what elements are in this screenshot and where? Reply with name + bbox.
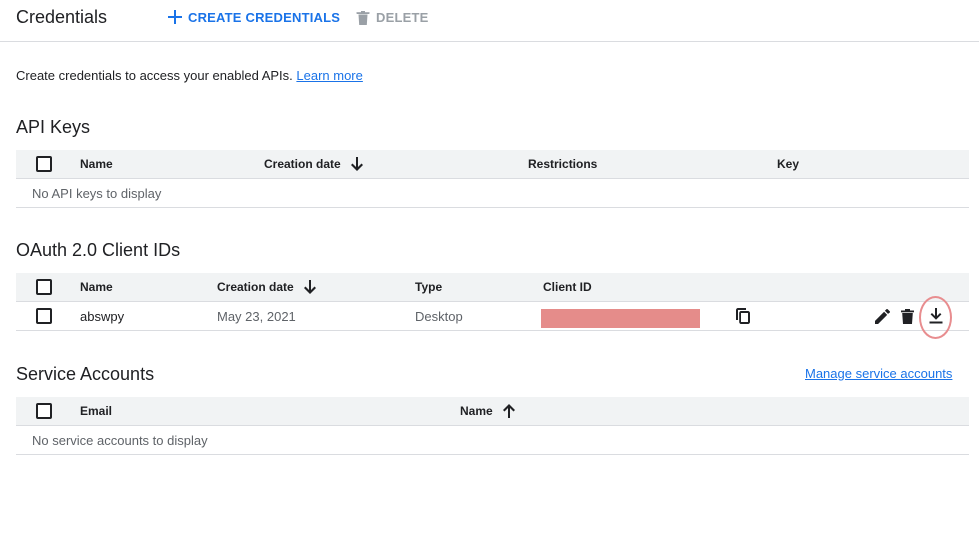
copy-icon[interactable] <box>734 307 752 325</box>
api-keys-title: API Keys <box>16 117 91 137</box>
delete-label: DELETE <box>376 9 429 25</box>
intro-text: Create credentials to access your enable… <box>16 68 363 84</box>
client-name[interactable]: abswpy <box>80 302 124 330</box>
download-icon[interactable] <box>927 307 945 325</box>
manage-service-accounts-link[interactable]: Manage service accounts <box>805 366 952 382</box>
service-accounts-table: Email Name No service accounts to displa… <box>16 397 969 455</box>
column-header-email[interactable]: Email <box>80 397 112 425</box>
edit-icon[interactable] <box>873 307 891 325</box>
trash-icon <box>355 9 371 25</box>
arrow-down-icon <box>302 279 318 295</box>
column-header-label: Creation date <box>217 280 294 294</box>
empty-message: No service accounts to display <box>32 432 208 448</box>
column-header-creation-date[interactable]: Creation date <box>264 150 365 178</box>
client-id-redacted <box>541 309 700 328</box>
table-row[interactable]: abswpy May 23, 2021 Desktop <box>16 296 969 339</box>
table-header: Email Name <box>16 397 969 426</box>
table-header: Name Creation date Type Client ID <box>16 273 969 302</box>
delete-button[interactable]: DELETE <box>355 7 428 27</box>
service-accounts-title: Service Accounts <box>16 364 155 384</box>
select-all-checkbox[interactable] <box>36 279 52 295</box>
create-credentials-button[interactable]: CREATE CREDENTIALS <box>167 7 340 27</box>
learn-more-link[interactable]: Learn more <box>296 68 362 83</box>
column-header-restrictions[interactable]: Restrictions <box>528 150 597 178</box>
oauth-title: OAuth 2.0 Client IDs <box>16 240 181 260</box>
column-header-label: Creation date <box>264 157 341 171</box>
arrow-up-icon <box>501 403 517 419</box>
column-header-key[interactable]: Key <box>777 150 799 178</box>
row-checkbox[interactable] <box>36 308 52 324</box>
column-header-name[interactable]: Name <box>460 397 517 425</box>
api-keys-table: Name Creation date Restrictions Key No A… <box>16 150 969 208</box>
select-all-checkbox[interactable] <box>36 403 52 419</box>
empty-message: No API keys to display <box>32 185 162 201</box>
plus-icon <box>167 9 183 25</box>
oauth-table: Name Creation date Type Client ID abswpy… <box>16 273 969 339</box>
empty-row: No API keys to display <box>16 179 969 208</box>
column-header-name[interactable]: Name <box>80 150 113 178</box>
column-header-creation-date[interactable]: Creation date <box>217 273 318 301</box>
intro-description: Create credentials to access your enable… <box>16 68 293 83</box>
column-header-name[interactable]: Name <box>80 273 113 301</box>
column-header-label: Name <box>460 404 493 418</box>
page-title: Credentials <box>16 7 108 27</box>
table-header: Name Creation date Restrictions Key <box>16 150 969 179</box>
client-creation-date: May 23, 2021 <box>217 308 296 324</box>
arrow-down-icon <box>349 156 365 172</box>
client-type: Desktop <box>415 308 463 324</box>
select-all-checkbox[interactable] <box>36 156 52 172</box>
trash-icon[interactable] <box>898 307 916 325</box>
create-credentials-label: CREATE CREDENTIALS <box>188 9 341 25</box>
page-header: Credentials CREATE CREDENTIALS DELETE <box>0 0 979 42</box>
empty-row: No service accounts to display <box>16 426 969 455</box>
column-header-type[interactable]: Type <box>415 273 442 301</box>
column-header-client-id[interactable]: Client ID <box>543 273 592 301</box>
